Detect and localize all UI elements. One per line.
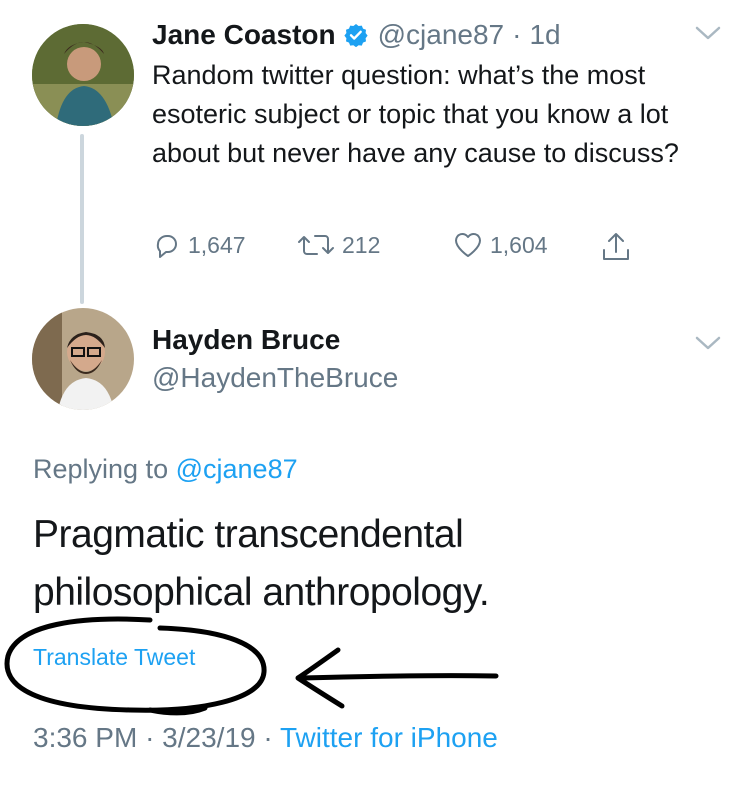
reply-button[interactable]: 1,647	[152, 230, 246, 260]
tweet-timestamp: 3:36 PM	[33, 722, 138, 753]
tweet1-header: Jane Coaston @cjane87 · 1d	[152, 16, 561, 54]
reply-count: 1,647	[188, 231, 246, 258]
retweet-icon	[296, 230, 342, 260]
tweet-date: 3/23/19	[162, 722, 256, 753]
heart-icon	[452, 230, 490, 260]
author-handle[interactable]: @HaydenTheBruce	[152, 362, 398, 394]
share-button[interactable]	[600, 230, 638, 264]
retweet-count: 212	[342, 231, 381, 258]
author-handle[interactable]: @cjane87	[378, 19, 505, 51]
meta-dot: ·	[145, 722, 155, 753]
retweet-button[interactable]: 212	[296, 230, 380, 260]
reply-icon	[152, 230, 188, 260]
verified-badge-icon	[344, 23, 368, 47]
chevron-down-icon[interactable]	[694, 334, 722, 357]
avatar[interactable]	[32, 308, 134, 410]
author-name[interactable]: Hayden Bruce	[152, 324, 340, 356]
thread-line	[80, 134, 84, 304]
replying-to-link[interactable]: @cjane87	[176, 454, 298, 484]
meta-dot: ·	[263, 722, 273, 753]
replying-to: Replying to @cjane87	[33, 454, 298, 485]
tweet-meta: 3:36 PM · 3/23/19 · Twitter for iPhone	[33, 722, 498, 754]
replying-prefix: Replying to	[33, 454, 169, 484]
chevron-down-icon[interactable]	[694, 24, 722, 47]
hand-drawn-arrow	[295, 647, 499, 709]
like-button[interactable]: 1,604	[452, 230, 548, 260]
hand-drawn-circle	[4, 616, 267, 716]
tweet-text: Random twitter question: what’s the most…	[152, 60, 679, 168]
like-count: 1,604	[490, 231, 548, 258]
author-name[interactable]: Jane Coaston	[152, 19, 336, 51]
share-icon	[600, 230, 638, 264]
tweet-source-link[interactable]: Twitter for iPhone	[280, 722, 498, 753]
tweet-time[interactable]: 1d	[529, 19, 560, 51]
avatar[interactable]	[32, 24, 134, 126]
tweet-text: Pragmatic transcendental philosophical a…	[33, 513, 490, 614]
separator-dot: ·	[512, 19, 522, 50]
